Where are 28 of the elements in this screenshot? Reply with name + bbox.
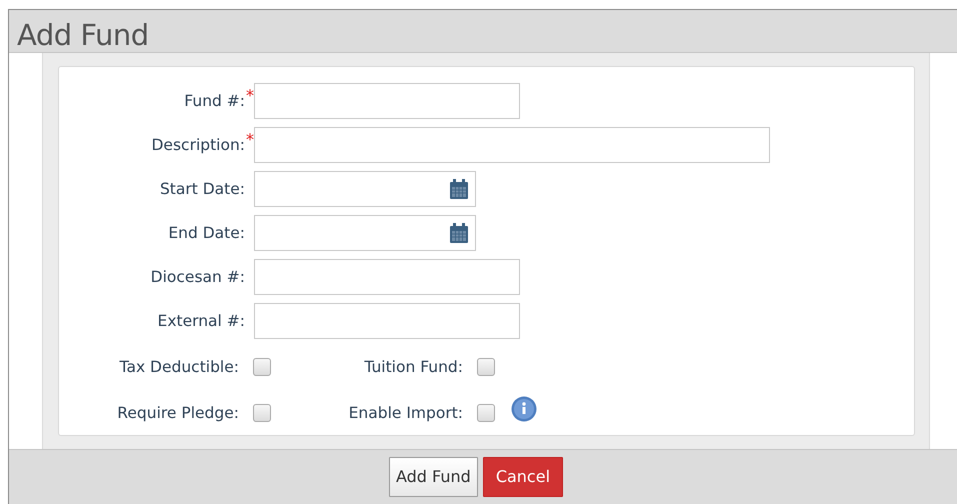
input-field[interactable] bbox=[254, 302, 520, 339]
input-field[interactable] bbox=[254, 82, 520, 119]
checkbox[interactable] bbox=[253, 404, 271, 422]
input-field[interactable] bbox=[254, 258, 520, 295]
cancel-button[interactable]: Cancel bbox=[482, 456, 564, 497]
date-field[interactable] bbox=[254, 214, 476, 251]
checkbox-label: Tuition Fund: bbox=[363, 358, 463, 376]
field-label: Description: bbox=[152, 136, 245, 154]
checkbox[interactable] bbox=[477, 404, 495, 422]
submit-button[interactable]: Add Fund bbox=[388, 456, 478, 497]
calendar-icon[interactable] bbox=[450, 222, 468, 243]
required-mark: * bbox=[246, 86, 254, 105]
checkbox-label: Enable Import: bbox=[348, 404, 463, 422]
checkbox-label: Require Pledge: bbox=[116, 404, 239, 422]
calendar-icon[interactable] bbox=[450, 178, 468, 199]
field-label: Start Date: bbox=[160, 180, 245, 198]
checkbox[interactable] bbox=[253, 358, 271, 376]
required-mark: * bbox=[246, 130, 254, 149]
info-icon[interactable] bbox=[511, 396, 537, 422]
dialog-title: Add Fund bbox=[17, 18, 149, 52]
field-label: Diocesan #: bbox=[150, 268, 245, 286]
field-label: External #: bbox=[158, 312, 245, 330]
field-label: Fund #: bbox=[184, 92, 245, 110]
checkbox[interactable] bbox=[477, 358, 495, 376]
field-label: End Date: bbox=[168, 224, 245, 242]
input-field[interactable] bbox=[254, 126, 770, 163]
checkbox-label: Tax Deductible: bbox=[118, 358, 239, 376]
date-field[interactable] bbox=[254, 170, 476, 207]
